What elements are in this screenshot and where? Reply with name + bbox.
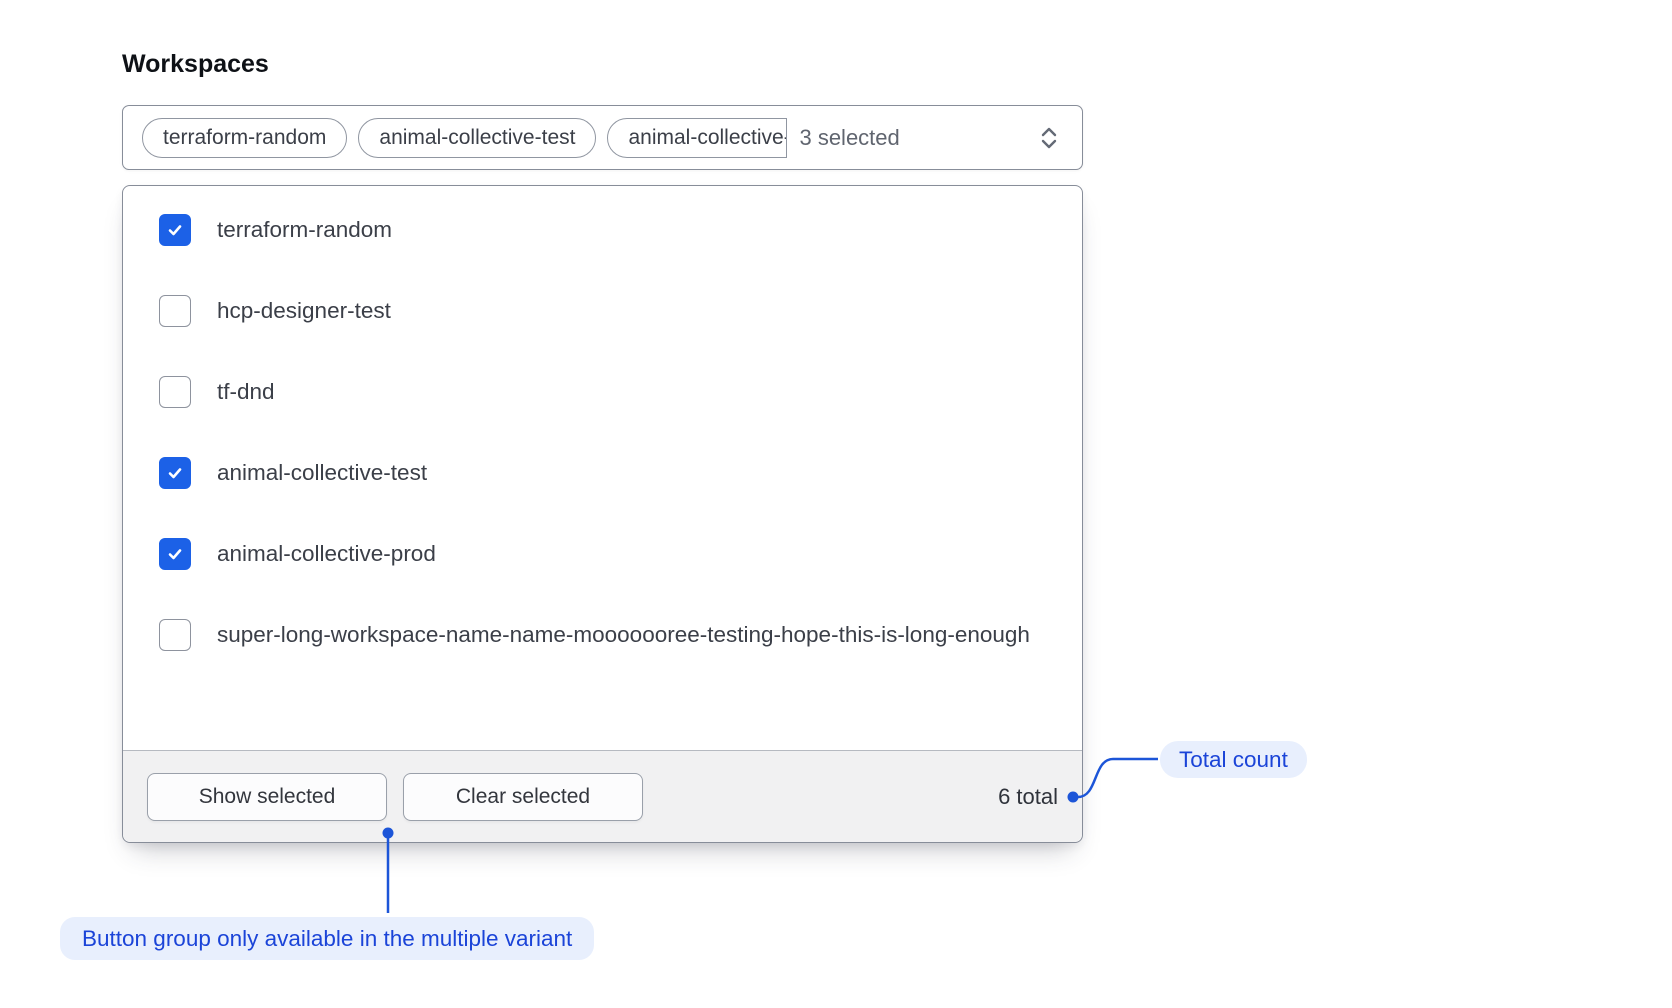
option-label: animal-collective-prod (217, 537, 436, 571)
annotation-button-group: Button group only available in the multi… (60, 917, 594, 960)
selected-count-text: 3 selected (799, 125, 899, 151)
selected-pill: terraform-random (142, 118, 347, 158)
check-icon (166, 545, 184, 563)
dropdown-footer: Show selected Clear selected 6 total (123, 750, 1082, 842)
component-demo-stage: Workspaces terraform-random animal-collec… (0, 0, 1672, 1008)
total-count-line (1078, 759, 1158, 797)
check-icon (166, 221, 184, 239)
option-label: terraform-random (217, 213, 392, 247)
option-checkbox[interactable] (159, 457, 191, 489)
option-row[interactable]: tf-dnd (159, 376, 1046, 409)
dropdown-panel: terraform-random hcp-designer-test tf-dn… (122, 185, 1083, 843)
option-checkbox[interactable] (159, 619, 191, 651)
option-checkbox[interactable] (159, 295, 191, 327)
field-label: Workspaces (122, 50, 269, 79)
option-row[interactable]: animal-collective-prod (159, 538, 1046, 571)
option-row[interactable]: super-long-workspace-name-name-moooooore… (159, 619, 1046, 652)
option-checkbox[interactable] (159, 538, 191, 570)
option-row[interactable]: terraform-random (159, 214, 1046, 247)
selected-pill: animal-collective-test (358, 118, 596, 158)
option-label: animal-collective-test (217, 456, 427, 490)
clear-selected-button[interactable]: Clear selected (403, 773, 643, 821)
option-row[interactable]: animal-collective-test (159, 457, 1046, 490)
option-list: terraform-random hcp-designer-test tf-dn… (123, 186, 1082, 750)
chevrons-up-down-icon (1038, 125, 1060, 151)
selected-pills: terraform-random animal-collective-test an… (142, 118, 787, 158)
option-checkbox[interactable] (159, 214, 191, 246)
option-label: super-long-workspace-name-name-moooooore… (217, 618, 1030, 652)
check-icon (166, 464, 184, 482)
option-label: hcp-designer-test (217, 294, 391, 328)
multiselect-trigger[interactable]: terraform-random animal-collective-test an… (122, 105, 1083, 170)
selected-pill: animal-collective-prod (607, 118, 787, 158)
annotation-total-count: Total count (1160, 741, 1307, 778)
show-selected-button[interactable]: Show selected (147, 773, 387, 821)
option-label: tf-dnd (217, 375, 275, 409)
option-row[interactable]: hcp-designer-test (159, 295, 1046, 328)
option-checkbox[interactable] (159, 376, 191, 408)
total-count-text: 6 total (998, 784, 1058, 810)
